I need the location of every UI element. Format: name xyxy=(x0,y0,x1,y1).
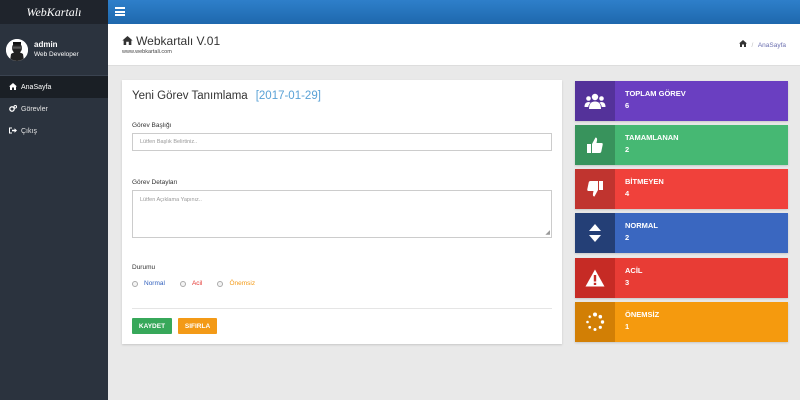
stat-urgent[interactable]: ACİL 3 xyxy=(575,258,788,298)
radio-label-normal: Normal xyxy=(144,280,165,287)
user-profile: admin Web Developer xyxy=(0,24,108,75)
stat-value: 4 xyxy=(625,189,630,198)
sort-icon xyxy=(575,213,615,253)
form-date: [2017-01-29] xyxy=(255,90,321,102)
stat-label: ACİL xyxy=(625,266,643,275)
stat-label: ÖNEMSİZ xyxy=(625,310,660,319)
sidebar-item-gorevler[interactable]: Görevler xyxy=(0,98,108,120)
task-form-panel: Yeni Görev Tanımlama [2017-01-29] Görev B… xyxy=(122,80,562,344)
profile-role: Web Developer xyxy=(34,50,79,58)
warning-icon xyxy=(575,258,615,298)
radio-onemsiz[interactable]: Önemsiz xyxy=(217,280,255,287)
stat-label: BİTMEYEN xyxy=(625,177,664,186)
task-details-label: Görev Detayları xyxy=(132,179,178,186)
stat-total-tasks[interactable]: TOPLAM GÖREV 6 xyxy=(575,81,788,121)
stat-value: 6 xyxy=(625,101,630,110)
users-icon xyxy=(575,81,615,121)
breadcrumb-home-icon[interactable] xyxy=(738,40,749,49)
top-navbar xyxy=(108,0,800,24)
stat-unimportant[interactable]: ÖNEMSİZ 1 xyxy=(575,302,788,342)
task-title-input[interactable]: Lütfen Başlık Belirtiniz.. xyxy=(132,133,552,151)
status-radio-group: Normal Acil Önemsiz xyxy=(132,280,270,287)
thumbs-down-icon xyxy=(575,169,615,209)
stat-completed[interactable]: TAMAMLANAN 2 xyxy=(575,125,788,165)
reset-button[interactable]: SIFIRLA xyxy=(178,318,217,334)
stat-value: 2 xyxy=(625,145,630,154)
stat-label: NORMAL xyxy=(625,221,658,230)
sidebar-item-anasayfa[interactable]: AnaSayfa xyxy=(0,76,108,98)
stat-unfinished[interactable]: BİTMEYEN 4 xyxy=(575,169,788,209)
home-icon xyxy=(8,82,18,92)
stat-normal[interactable]: NORMAL 2 xyxy=(575,213,788,253)
brand-logo[interactable]: WebKartalı xyxy=(0,0,108,24)
task-details-textarea[interactable]: Lütfen Açıklama Yapınız.. ◢ xyxy=(132,190,552,238)
radio-circle[interactable] xyxy=(179,280,186,287)
stat-value: 2 xyxy=(625,233,630,242)
page-header: Webkartalı V.01 www.webkartali.com / Ana… xyxy=(108,24,800,66)
stat-value: 1 xyxy=(625,322,630,331)
radio-label-onemsiz: Önemsiz xyxy=(229,280,256,287)
radio-label-acil: Acil xyxy=(191,280,203,287)
form-divider xyxy=(132,308,552,309)
avatar xyxy=(6,38,28,61)
page-title: Webkartalı V.01 xyxy=(122,34,220,48)
radio-normal[interactable]: Normal xyxy=(132,280,165,287)
task-title-label: Görev Başlığı xyxy=(132,122,172,129)
breadcrumb-item[interactable]: AnaSayfa xyxy=(758,42,786,49)
sidebar-item-label: Görevler xyxy=(21,105,48,113)
thumbs-up-icon xyxy=(575,125,615,165)
radio-circle[interactable] xyxy=(132,280,138,287)
sign-out-icon xyxy=(8,127,18,136)
sidebar-item-label: AnaSayfa xyxy=(21,83,52,91)
sidebar-item-cikis[interactable]: Çıkış xyxy=(0,120,108,142)
gears-icon xyxy=(8,104,18,114)
breadcrumb: / AnaSayfa xyxy=(738,40,786,49)
save-button[interactable]: KAYDET xyxy=(132,318,172,334)
task-details-placeholder: Lütfen Açıklama Yapınız.. xyxy=(140,197,202,203)
stat-value: 3 xyxy=(625,278,630,287)
radio-circle[interactable] xyxy=(217,280,224,287)
sidebar-item-label: Çıkış xyxy=(21,127,37,135)
sidebar: WebKartalı admin Web Developer AnaSayfa … xyxy=(0,0,108,400)
form-title: Yeni Görev Tanımlama [2017-01-29] xyxy=(132,90,321,102)
menu-toggle-icon[interactable] xyxy=(115,7,125,16)
home-icon xyxy=(122,36,136,48)
spinner-icon xyxy=(575,302,615,342)
page-subtitle: www.webkartali.com xyxy=(122,49,172,55)
status-label: Durumu xyxy=(132,264,156,271)
profile-name: admin xyxy=(34,39,58,49)
resize-handle-icon[interactable]: ◢ xyxy=(545,230,550,236)
page-title-text: Webkartalı V.01 xyxy=(136,34,221,48)
radio-acil[interactable]: Acil xyxy=(179,280,203,287)
stat-label: TOPLAM GÖREV xyxy=(625,89,686,98)
stat-label: TAMAMLANAN xyxy=(625,133,679,142)
